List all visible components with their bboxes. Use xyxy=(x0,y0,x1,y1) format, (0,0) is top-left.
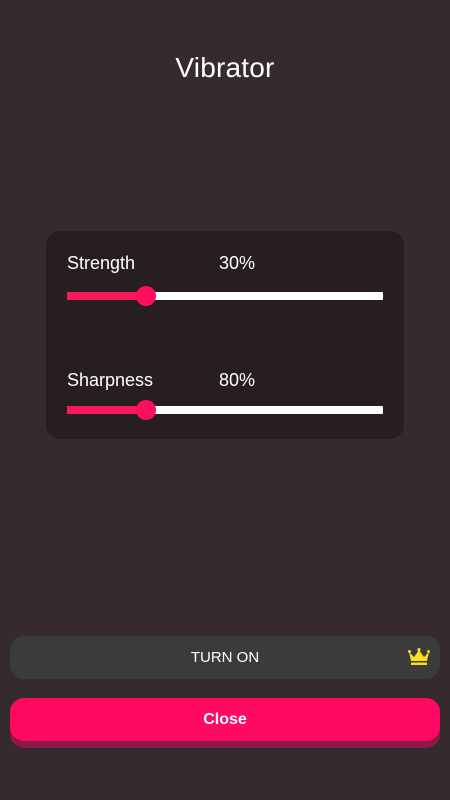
turn-on-button[interactable]: TURN ON xyxy=(10,636,440,679)
sharpness-slider-thumb[interactable] xyxy=(136,400,156,420)
strength-slider-thumb[interactable] xyxy=(136,286,156,306)
close-button[interactable]: Close xyxy=(10,698,440,741)
strength-value: 30% xyxy=(219,253,256,273)
close-label: Close xyxy=(203,710,247,728)
sharpness-slider-fill xyxy=(67,406,146,414)
page-title: Vibrator xyxy=(175,52,275,83)
strength-label: Strength xyxy=(67,253,136,273)
sharpness-value: 80% xyxy=(219,370,256,390)
sharpness-label: Sharpness xyxy=(67,370,154,390)
crown-icon xyxy=(408,648,430,665)
sharpness-slider[interactable] xyxy=(67,400,383,420)
strength-slider[interactable] xyxy=(67,286,383,306)
strength-slider-fill xyxy=(67,292,146,300)
settings-card: Strength 30% Sharpness 80% xyxy=(46,231,404,439)
turn-on-label: TURN ON xyxy=(190,649,260,666)
